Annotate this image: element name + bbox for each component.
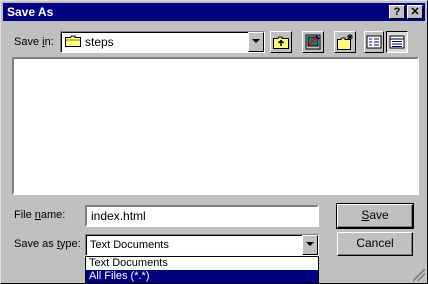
- list-view-button[interactable]: [364, 31, 384, 53]
- file-name-value: index.html: [91, 209, 146, 223]
- new-folder-icon: [337, 34, 353, 50]
- file-name-input[interactable]: index.html: [85, 205, 319, 227]
- close-button[interactable]: ✕: [407, 5, 423, 19]
- save-as-type-dropdown-list: Text Documents All Files (*.*): [85, 256, 319, 284]
- desktop-button[interactable]: [302, 31, 324, 53]
- dropdown-option-all-files[interactable]: All Files (*.*): [86, 270, 318, 283]
- cancel-button[interactable]: Cancel: [337, 232, 413, 256]
- save-as-type-combobox[interactable]: Text Documents: [85, 234, 319, 256]
- save-in-dropdown-button[interactable]: [248, 32, 264, 52]
- save-as-dialog: Save As ? ✕ Save in: steps File name: in…: [0, 0, 428, 284]
- resize-grip[interactable]: [413, 269, 425, 281]
- save-as-type-dropdown-button[interactable]: [302, 235, 318, 255]
- save-button[interactable]: Save: [336, 203, 414, 229]
- help-icon: ?: [393, 6, 401, 18]
- up-one-level-button[interactable]: [270, 31, 292, 53]
- close-icon: ✕: [410, 6, 420, 18]
- save-as-type-label: Save as type:: [14, 238, 81, 250]
- new-folder-button[interactable]: [334, 31, 356, 53]
- up-one-level-icon: [273, 36, 289, 49]
- title-bar[interactable]: Save As ? ✕: [3, 3, 425, 21]
- window-title: Save As: [7, 5, 54, 19]
- details-view-icon: [389, 35, 405, 49]
- desktop-icon: [305, 34, 321, 50]
- folder-icon: [65, 35, 81, 47]
- file-list[interactable]: [12, 57, 419, 195]
- save-in-value: steps: [85, 35, 114, 49]
- dropdown-option-text-documents[interactable]: Text Documents: [86, 257, 318, 270]
- list-view-icon: [366, 35, 382, 49]
- save-in-combobox[interactable]: steps: [60, 31, 265, 53]
- details-view-button[interactable]: [386, 31, 408, 53]
- file-name-label: File name:: [14, 209, 66, 221]
- help-button[interactable]: ?: [389, 5, 405, 19]
- save-in-label: Save in:: [14, 36, 54, 48]
- save-as-type-value: Text Documents: [90, 239, 169, 251]
